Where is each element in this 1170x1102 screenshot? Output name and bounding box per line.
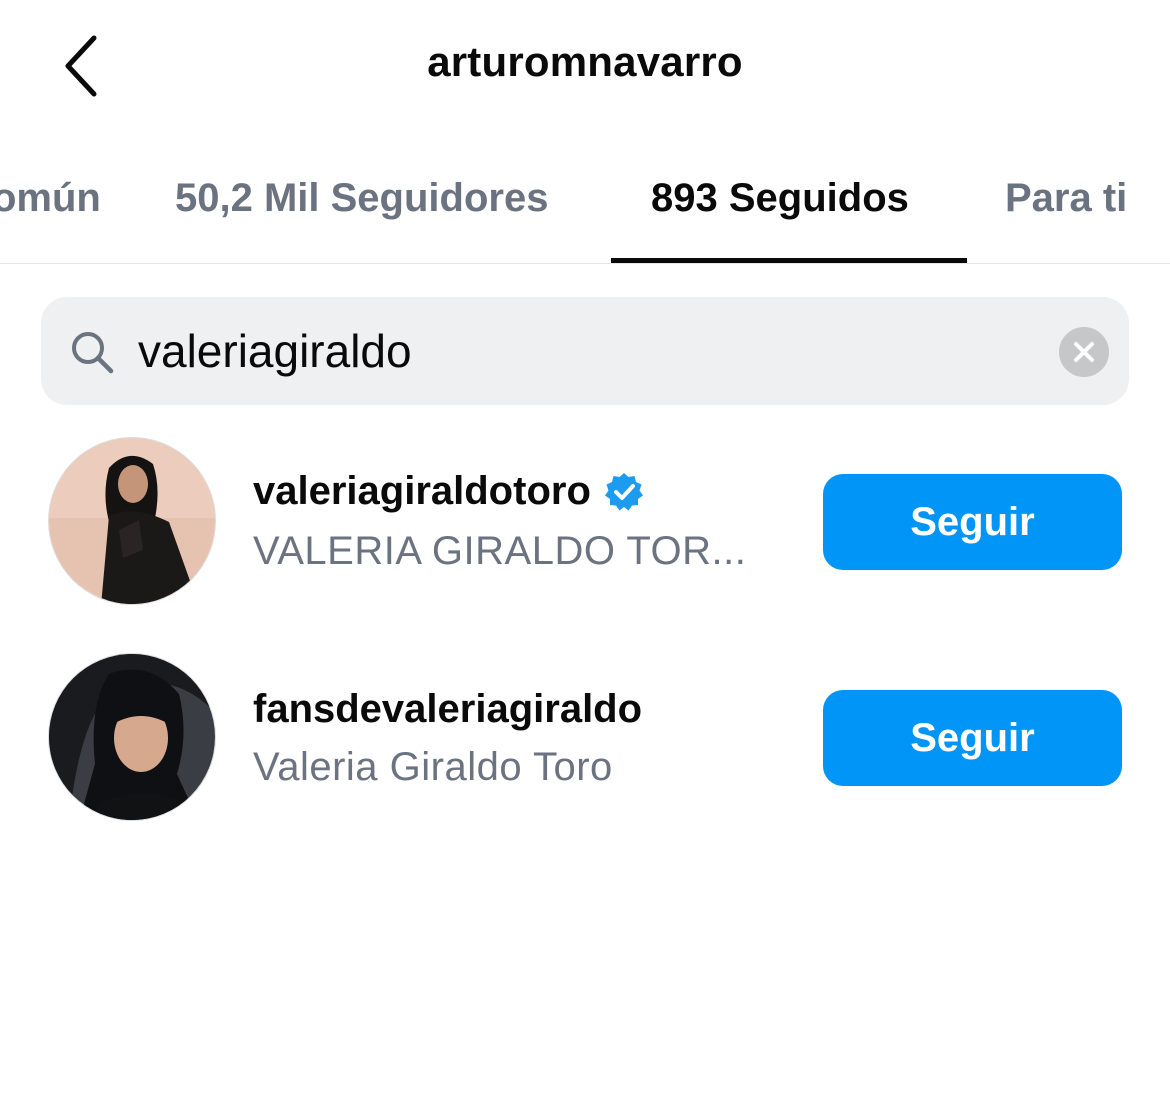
search-icon xyxy=(72,332,114,374)
avatar[interactable] xyxy=(48,653,216,821)
tab-bar: omún 50,2 Mil Seguidores 893 Seguidos Pa… xyxy=(0,160,1170,264)
tab-para-ti[interactable]: Para ti xyxy=(1005,160,1127,264)
follow-button[interactable]: Seguir xyxy=(823,474,1122,570)
following-list-screen: arturomnavarro omún 50,2 Mil Seguidores … xyxy=(0,0,1170,1102)
verified-badge-icon xyxy=(604,472,643,510)
full-name: VALERIA GIRALDO TOR... xyxy=(253,529,747,573)
username-text: fansdevaleriagiraldo xyxy=(253,687,643,731)
tab-seguidores[interactable]: 50,2 Mil Seguidores xyxy=(175,160,548,264)
list-item[interactable]: fansdevaleriagiraldo Valeria Giraldo Tor… xyxy=(0,653,1170,823)
clear-icon xyxy=(1074,342,1094,362)
search-bar xyxy=(41,297,1129,405)
username-text: valeriagiraldotoro xyxy=(253,469,591,513)
avatar[interactable] xyxy=(48,437,216,605)
clear-search-button[interactable] xyxy=(1059,327,1109,377)
full-name: Valeria Giraldo Toro xyxy=(253,745,613,789)
username[interactable]: valeriagiraldotoro xyxy=(253,469,645,514)
active-tab-indicator xyxy=(611,258,967,263)
page-title: arturomnavarro xyxy=(427,38,743,85)
profile-photo xyxy=(49,654,215,820)
tab-seguidos[interactable]: 893 Seguidos xyxy=(651,160,909,264)
list-item[interactable]: valeriagiraldotoro VALERIA GIRALDO TOR..… xyxy=(0,437,1170,607)
tab-comun[interactable]: omún xyxy=(0,160,101,264)
follow-button[interactable]: Seguir xyxy=(823,690,1122,786)
profile-photo xyxy=(49,438,215,604)
username[interactable]: fansdevaleriagiraldo xyxy=(253,687,642,732)
search-input[interactable] xyxy=(138,319,1018,383)
